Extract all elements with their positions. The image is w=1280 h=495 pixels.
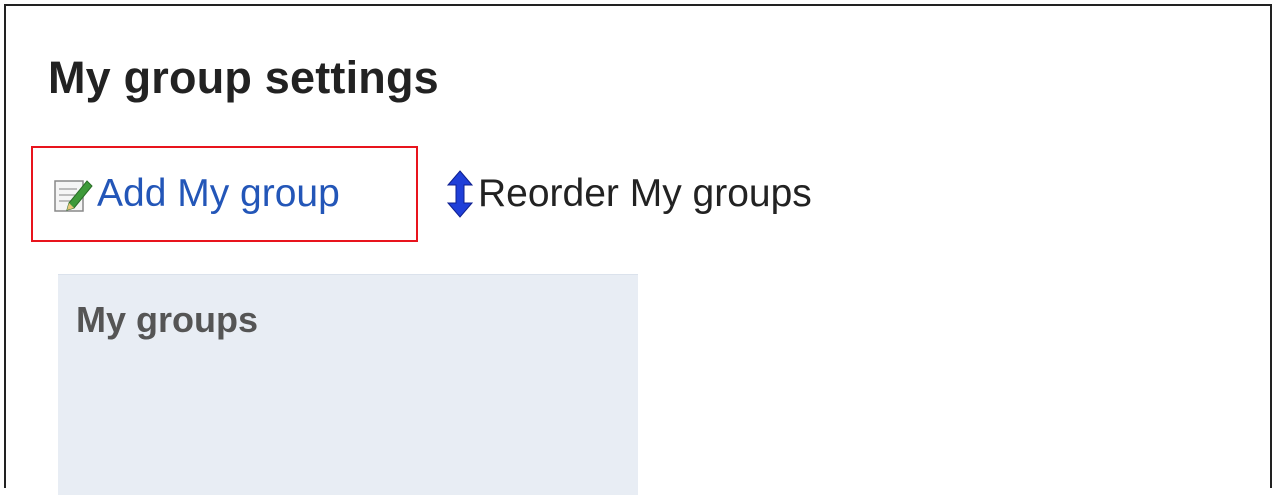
reorder-my-groups-link[interactable]: Reorder My groups — [446, 169, 812, 219]
add-my-group-link[interactable]: Add My group — [51, 172, 340, 216]
my-groups-title: My groups — [76, 299, 259, 340]
add-my-group-highlight: Add My group — [31, 146, 418, 242]
reorder-my-groups-label: Reorder My groups — [478, 172, 812, 215]
my-groups-panel: My groups — [58, 274, 638, 495]
vertical-arrows-icon — [446, 169, 474, 219]
edit-pencil-icon — [51, 173, 93, 215]
toolbar: Add My group Reorder My groups — [31, 145, 812, 243]
settings-frame: My group settings Add My group Reorder M… — [4, 4, 1272, 495]
page-title: My group settings — [48, 52, 439, 103]
add-my-group-label: Add My group — [97, 172, 340, 215]
